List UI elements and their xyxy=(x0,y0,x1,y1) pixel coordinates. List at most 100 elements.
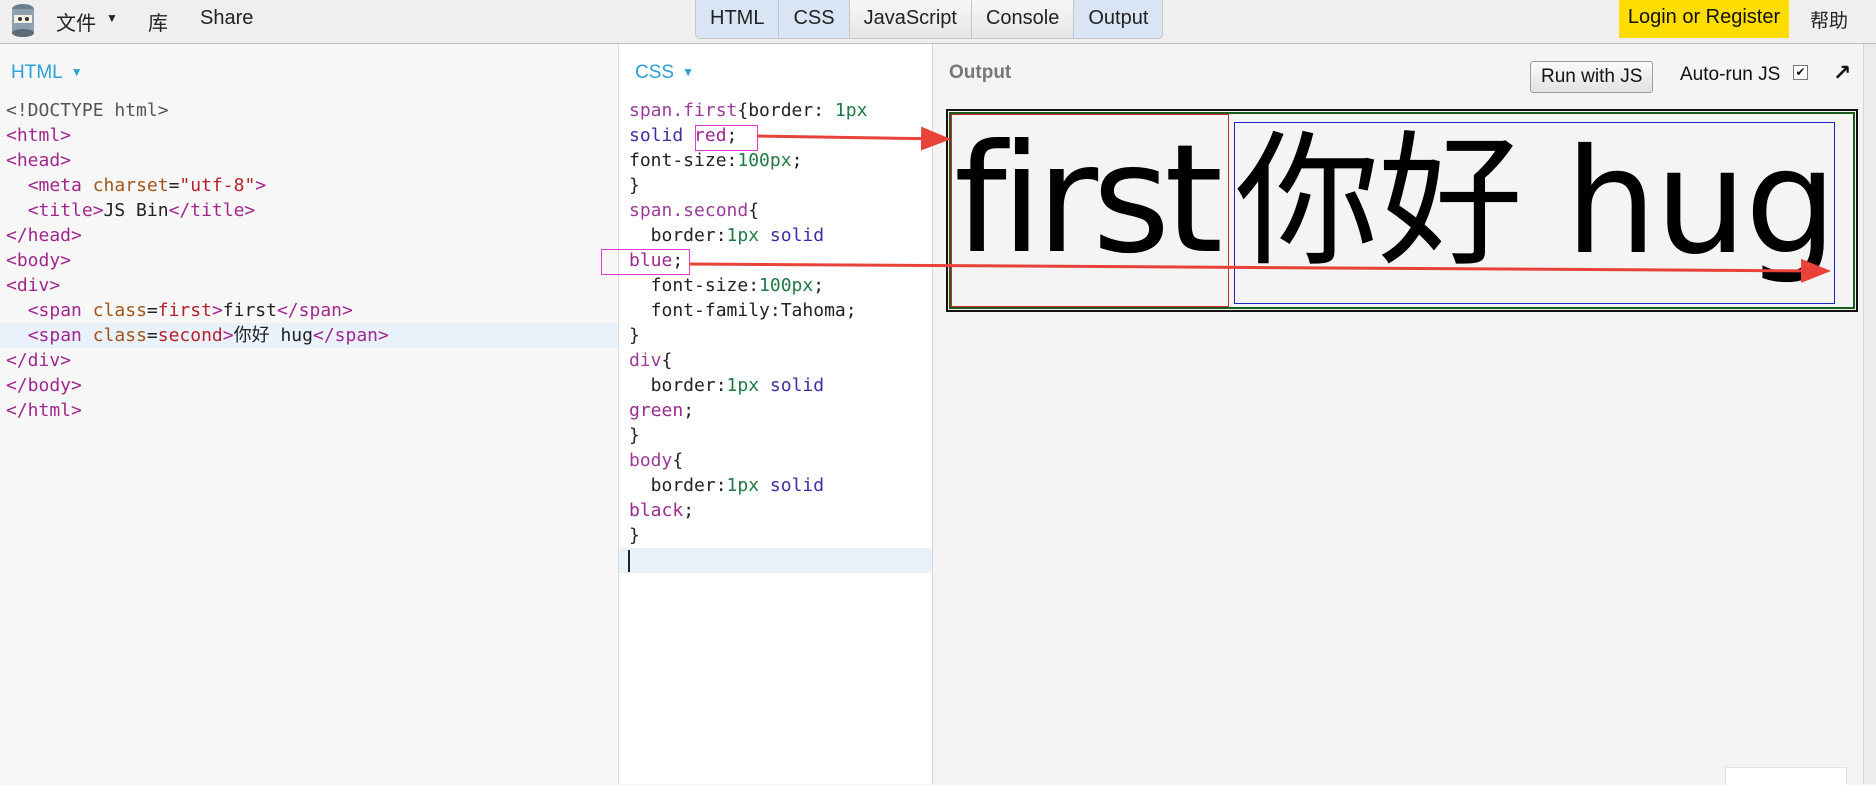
expand-arrow-icon[interactable]: ↗ xyxy=(1833,60,1851,86)
right-scroll-edge[interactable] xyxy=(1863,44,1876,784)
menu-file[interactable]: 文件 xyxy=(56,7,96,36)
top-bar: 文件 ▼ 库 Share HTML CSS JavaScript Console… xyxy=(0,0,1876,44)
code-token: class xyxy=(92,300,147,321)
code-line[interactable]: </head> xyxy=(0,223,618,248)
code-token: </body> xyxy=(6,375,82,396)
code-token: <span xyxy=(27,325,93,346)
annotation-box-red xyxy=(695,125,758,151)
code-token: = xyxy=(146,325,158,346)
code-token: border: xyxy=(629,375,727,396)
code-line[interactable]: border:1px solid xyxy=(619,473,932,498)
code-line[interactable]: <body> xyxy=(0,248,618,273)
code-line[interactable]: border:1px solid xyxy=(619,373,932,398)
code-token: 1px xyxy=(726,375,770,396)
code-line[interactable]: } xyxy=(619,323,932,348)
tab-output[interactable]: Output xyxy=(1074,0,1163,38)
code-line[interactable]: solid red; xyxy=(619,123,932,148)
css-editor-panel[interactable]: CSS ▼ span.first{border: 1px solid red; fon… xyxy=(619,44,933,784)
html-editor-panel[interactable]: HTML ▼ <!DOCTYPE html> <html> <head> <meta … xyxy=(0,44,619,784)
code-token: <body> xyxy=(6,250,72,271)
tab-css[interactable]: CSS xyxy=(779,0,850,38)
chevron-down-icon[interactable]: ▼ xyxy=(682,65,694,79)
code-token: ; xyxy=(683,500,695,521)
code-line[interactable]: } xyxy=(619,523,932,548)
help-menu[interactable]: 帮助 xyxy=(1810,6,1848,33)
tab-console[interactable]: Console xyxy=(971,0,1075,38)
code-line[interactable]: span.first{border: 1px xyxy=(619,98,932,123)
code-line[interactable]: <!DOCTYPE html> xyxy=(0,98,618,123)
code-line[interactable]: } xyxy=(619,423,932,448)
rendered-span-second: 你好 hug xyxy=(1234,122,1835,304)
code-token: span.second xyxy=(629,200,749,221)
code-token: > xyxy=(255,175,267,196)
menu-share[interactable]: Share xyxy=(200,7,253,30)
code-token: black xyxy=(629,500,684,521)
code-token: } xyxy=(629,175,640,196)
code-line[interactable]: <meta charset="utf-8"> xyxy=(0,173,618,198)
login-register-button[interactable]: Login or Register xyxy=(1619,0,1789,38)
output-label: Output xyxy=(949,62,1012,83)
tab-html[interactable]: HTML xyxy=(696,0,780,38)
code-line[interactable]: </body> xyxy=(0,373,618,398)
code-line[interactable]: green; xyxy=(619,398,932,423)
code-token: solid xyxy=(629,125,684,146)
code-token: = xyxy=(146,300,158,321)
code-token: > xyxy=(211,300,223,321)
code-token: </head> xyxy=(6,225,82,246)
code-line[interactable]: span.second{ xyxy=(619,198,932,223)
code-token: {border: xyxy=(737,100,835,121)
html-code-editor[interactable]: <!DOCTYPE html> <html> <head> <meta charse… xyxy=(0,98,618,423)
css-panel-label[interactable]: CSS ▼ xyxy=(635,62,694,84)
menu-library[interactable]: 库 xyxy=(148,7,168,36)
code-token: = xyxy=(168,175,180,196)
code-token: solid xyxy=(769,475,825,496)
code-line[interactable]: <head> xyxy=(0,148,618,173)
code-token: } xyxy=(629,425,640,446)
code-line[interactable]: } xyxy=(619,173,932,198)
code-token: border: xyxy=(629,475,727,496)
code-token: solid xyxy=(769,225,825,246)
code-line[interactable]: div{ xyxy=(619,348,932,373)
code-token: <span xyxy=(27,300,93,321)
current-line-highlight xyxy=(619,548,932,573)
annotation-box-blue xyxy=(601,249,690,275)
output-panel: Output Run with JS Auto-run JS ✔ ↗ first… xyxy=(933,44,1863,784)
code-token: first xyxy=(157,300,212,321)
code-token: 1px xyxy=(726,225,770,246)
tab-javascript[interactable]: JavaScript xyxy=(849,0,972,38)
code-line[interactable]: font-family:Tahoma; xyxy=(619,298,932,323)
rendered-body: first 你好 hug xyxy=(946,109,1858,312)
auto-run-checkbox[interactable]: ✔ xyxy=(1793,65,1808,80)
jsbin-logo-icon[interactable] xyxy=(8,3,38,37)
code-token: second xyxy=(157,325,223,346)
code-line[interactable]: <title>JS Bin</title> xyxy=(0,198,618,223)
code-token: ; xyxy=(683,400,695,421)
code-token: <!DOCTYPE html> xyxy=(6,100,169,121)
code-line[interactable]: </div> xyxy=(0,348,618,373)
css-code-editor[interactable]: span.first{border: 1px solid red; font-siz… xyxy=(619,98,932,548)
run-with-js-button[interactable]: Run with JS xyxy=(1530,61,1654,93)
chevron-down-icon[interactable]: ▼ xyxy=(71,65,83,79)
code-line[interactable]: black; xyxy=(619,498,932,523)
code-token: <html> xyxy=(6,125,72,146)
code-line[interactable]: </html> xyxy=(0,398,618,423)
code-line[interactable]: body{ xyxy=(619,448,932,473)
code-token: </div> xyxy=(6,350,72,371)
code-line[interactable]: border:1px solid xyxy=(619,223,932,248)
code-token: ; xyxy=(791,150,803,171)
auto-run-label: Auto-run JS xyxy=(1680,64,1781,85)
html-panel-label[interactable]: HTML ▼ xyxy=(11,62,83,84)
code-line[interactable]: font-size:100px; xyxy=(619,273,932,298)
code-line[interactable]: <span class=second>你好 hug</span> xyxy=(0,323,618,348)
code-token: { xyxy=(672,450,684,471)
code-line[interactable]: <span class=first>first</span> xyxy=(0,298,618,323)
chevron-down-icon[interactable]: ▼ xyxy=(106,11,118,25)
code-line[interactable]: <div> xyxy=(0,273,618,298)
code-line[interactable]: <html> xyxy=(0,123,618,148)
code-line[interactable]: font-size:100px; xyxy=(619,148,932,173)
code-token: <title> xyxy=(27,200,104,221)
